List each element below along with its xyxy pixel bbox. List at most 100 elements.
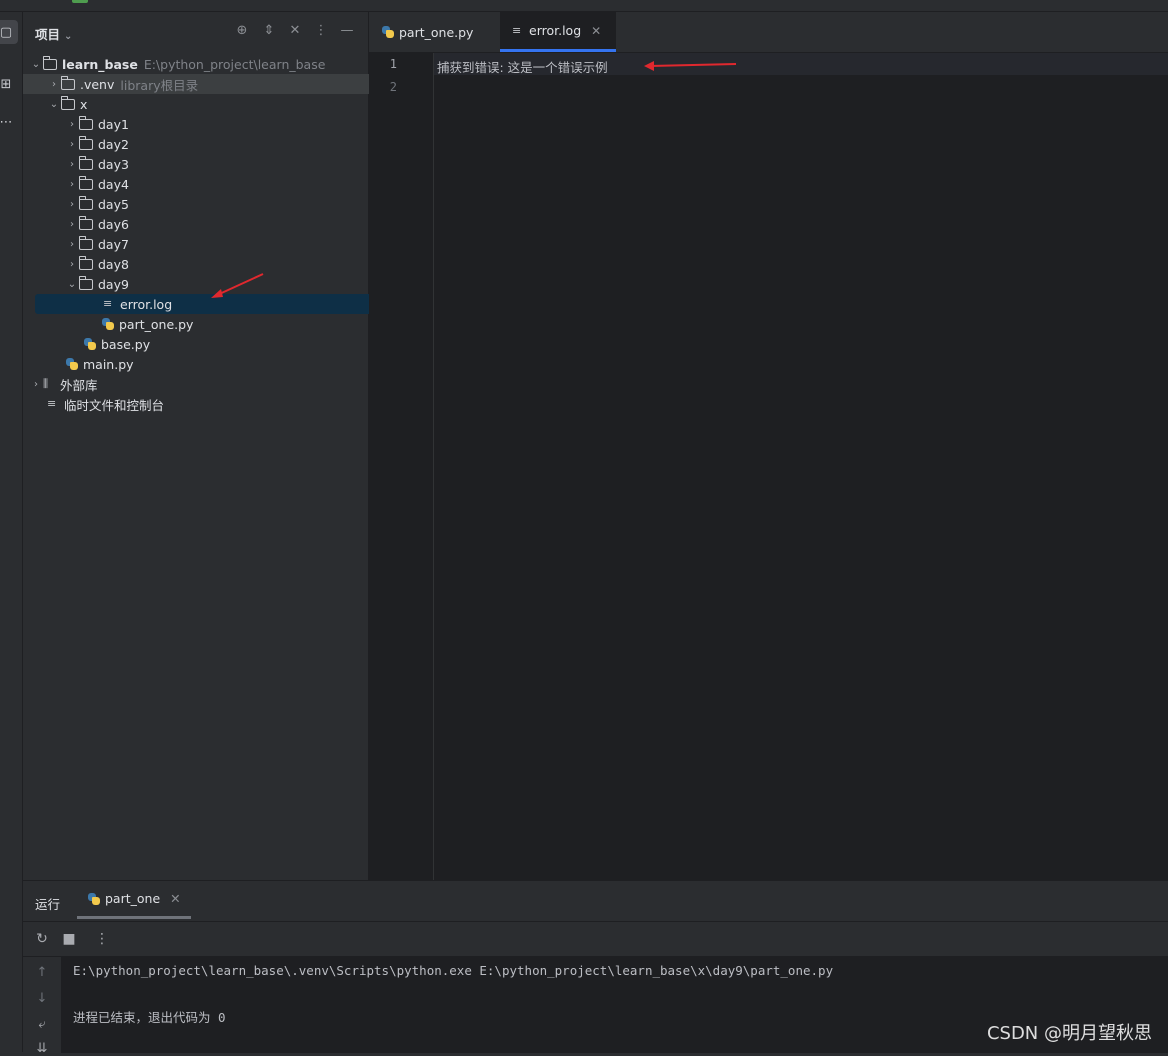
- console-line: E:\python_project\learn_base\.venv\Scrip…: [73, 963, 834, 978]
- tree-item-error-log[interactable]: ≡ error.log: [35, 294, 424, 314]
- folder-icon: [79, 155, 93, 170]
- tree-item-day1[interactable]: › day1: [23, 114, 410, 134]
- folder-icon: [79, 135, 93, 150]
- options-menu-icon[interactable]: ⋮: [313, 23, 329, 39]
- collapse-all-icon[interactable]: ✕: [287, 23, 303, 39]
- close-icon[interactable]: ✕: [170, 891, 180, 906]
- editor: part_one.py ≡ error.log ✕ 1 2 捕获到错误: 这是一…: [369, 12, 1168, 880]
- chevron-right-icon[interactable]: ›: [65, 239, 79, 250]
- chevron-right-icon[interactable]: ›: [65, 119, 79, 130]
- text-file-icon: ≡: [103, 297, 113, 310]
- folder-icon: [79, 255, 93, 270]
- chevron-right-icon[interactable]: ›: [65, 259, 79, 270]
- tree-item-scratches[interactable]: ≡ 临时文件和控制台: [23, 394, 392, 414]
- chevron-right-icon[interactable]: ›: [65, 219, 79, 230]
- python-file-icon: [83, 337, 97, 351]
- line-number: 1: [389, 57, 397, 71]
- tree-item-learn-base[interactable]: ⌄ learn_base E:\python_project\learn_bas…: [23, 54, 374, 74]
- tree-item-label: 临时文件和控制台: [64, 397, 165, 413]
- tree-item-day4[interactable]: › day4: [23, 174, 410, 194]
- library-icon: ⫼: [43, 377, 49, 390]
- watermark: CSDN @明月望秋思: [986, 1023, 1152, 1044]
- run-tab-part-one[interactable]: part_one ✕: [77, 881, 191, 919]
- chevron-down-icon[interactable]: ⌄: [29, 59, 43, 70]
- tree-item-label: day6: [98, 216, 129, 232]
- tree-item-label: learn_base: [62, 56, 138, 72]
- activity-bar-bottom: [0, 880, 23, 1052]
- tree-item-label: day8: [98, 256, 129, 272]
- soft-wrap-icon[interactable]: ⤶: [33, 1017, 51, 1032]
- folder-icon: [43, 55, 57, 70]
- more-options-icon[interactable]: ⋮: [93, 930, 111, 948]
- folder-icon: [79, 195, 93, 210]
- chevron-down-icon: ⌄: [64, 31, 73, 42]
- stop-icon[interactable]: ■: [60, 930, 78, 948]
- tree-item-label: day5: [98, 196, 129, 212]
- close-icon[interactable]: ✕: [591, 24, 601, 38]
- run-toolbar: ↻ ■ ⋮: [23, 922, 1168, 957]
- locate-icon[interactable]: ⊕: [234, 23, 250, 39]
- tree-item-day3[interactable]: › day3: [23, 154, 410, 174]
- editor-tab-bar: part_one.py ≡ error.log ✕: [369, 12, 1168, 53]
- run-panel-title: 运行: [35, 897, 61, 912]
- tree-item-x[interactable]: ⌄ x: [23, 94, 392, 114]
- tree-item-venv[interactable]: › .venv library根目录: [23, 74, 392, 94]
- tree-item-day6[interactable]: › day6: [23, 214, 410, 234]
- activity-bar: ▢ ⊞ ⋯: [0, 12, 23, 880]
- project-tool-icon[interactable]: ▢: [0, 20, 18, 44]
- chevron-right-icon[interactable]: ›: [65, 159, 79, 170]
- expand-collapse-icon[interactable]: ⇕: [261, 23, 277, 39]
- run-tab-label: part_one: [105, 891, 161, 906]
- tab-part-one-py[interactable]: part_one.py: [369, 12, 500, 52]
- tree-item-label: base.py: [101, 336, 151, 352]
- chevron-right-icon[interactable]: ›: [65, 199, 79, 210]
- tab-label: error.log: [529, 23, 582, 38]
- tree-item-label: day7: [98, 236, 129, 252]
- tree-item-label: day9: [98, 276, 129, 292]
- structure-tool-icon[interactable]: ⊞: [0, 72, 18, 96]
- up-arrow-icon[interactable]: ↑: [33, 965, 51, 980]
- folder-icon: [61, 75, 75, 90]
- down-arrow-icon[interactable]: ↓: [33, 991, 51, 1006]
- tree-item-label: part_one.py: [119, 316, 194, 332]
- tree-item-main-py[interactable]: main.py: [23, 354, 410, 374]
- tree-item-label: day1: [98, 116, 129, 132]
- folder-icon: [61, 95, 75, 110]
- tree-item-day9[interactable]: ⌄ day9: [23, 274, 410, 294]
- chevron-right-icon[interactable]: ›: [29, 379, 43, 390]
- console-side-toolbar: ↑ ↓ ⤶ ⇊: [23, 957, 62, 1056]
- console-output[interactable]: E:\python_project\learn_base\.venv\Scrip…: [62, 957, 1168, 1053]
- python-file-icon: [101, 317, 115, 331]
- code-area[interactable]: 1 2 捕获到错误: 这是一个错误示例: [369, 53, 1168, 880]
- hide-panel-icon[interactable]: —: [339, 23, 355, 39]
- chevron-right-icon[interactable]: ›: [65, 179, 79, 190]
- tree-item-day2[interactable]: › day2: [23, 134, 410, 154]
- tree-item-day8[interactable]: › day8: [23, 254, 410, 274]
- title-bar-strip: [0, 0, 1168, 12]
- more-tools-icon[interactable]: ⋯: [0, 110, 18, 134]
- chevron-down-icon[interactable]: ⌄: [47, 99, 61, 110]
- project-view-selector[interactable]: 项目 ⌄: [35, 24, 72, 43]
- chevron-right-icon[interactable]: ›: [65, 139, 79, 150]
- tree-item-day7[interactable]: › day7: [23, 234, 410, 254]
- rerun-icon[interactable]: ↻: [33, 930, 51, 948]
- tree-item-label: day2: [98, 136, 129, 152]
- chevron-right-icon[interactable]: ›: [47, 79, 61, 90]
- tree-item-label: day3: [98, 156, 129, 172]
- folder-icon: [79, 235, 93, 250]
- project-title: 项目: [35, 27, 61, 42]
- tree-item-external-libraries[interactable]: › ⫼ 外部库: [23, 374, 374, 394]
- folder-icon: [79, 175, 93, 190]
- run-indicator: [72, 0, 88, 3]
- run-panel: 运行 part_one ✕ ↻ ■ ⋮ ↑ ↓ ⤶ ⇊ E:\python_pr…: [23, 880, 1168, 1056]
- line-number: 2: [389, 80, 397, 94]
- tree-item-label: error.log: [120, 296, 173, 312]
- tree-item-day5[interactable]: › day5: [23, 194, 410, 214]
- tree-item-base-py[interactable]: base.py: [23, 334, 428, 354]
- scroll-to-end-icon[interactable]: ⇊: [33, 1041, 51, 1056]
- python-file-icon: [65, 357, 79, 371]
- chevron-down-icon[interactable]: ⌄: [65, 279, 79, 290]
- tab-error-log[interactable]: ≡ error.log ✕: [500, 12, 616, 52]
- python-file-icon: [87, 892, 101, 906]
- code-line: 捕获到错误: 这是一个错误示例: [437, 60, 608, 75]
